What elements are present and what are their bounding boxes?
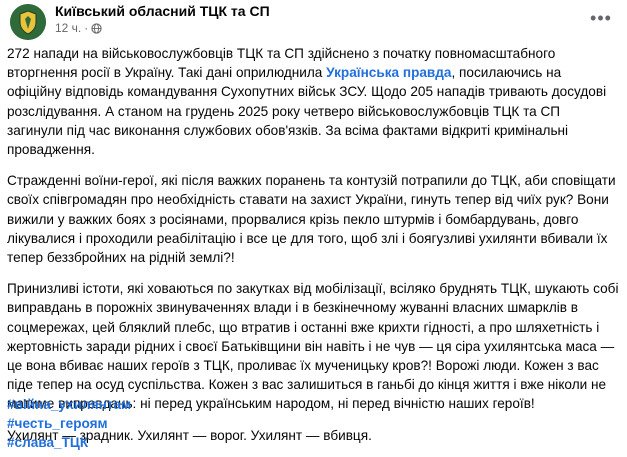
hashtag-link[interactable]: #честь_героям [7,414,131,433]
post-header: Київський обласний ТЦК та СП 12 ч. · ••• [0,0,627,44]
hashtag-list: #війна_ухилянтам #честь_героям #слава_ТЦ… [7,395,131,453]
source-link[interactable]: Українська правда [326,65,451,80]
page-avatar[interactable] [10,4,46,40]
hashtag-link[interactable]: #слава_ТЦК [7,433,131,452]
facebook-post: Київський обласний ТЦК та СП 12 ч. · •••… [0,0,627,450]
globe-icon [91,22,102,34]
page-name-link[interactable]: Київський обласний ТЦК та СП [55,3,270,19]
post-meta: 12 ч. · [55,21,102,35]
post-paragraph-2: Стражденні воїни-герої, які після важких… [7,173,616,266]
post-paragraph-1: 272 напади на військовослужбовців ТЦК та… [7,44,619,159]
post-paragraph-3: Принизливі істоти, які ховаються по заку… [7,281,619,412]
meta-separator: · [84,21,89,35]
more-options-icon[interactable]: ••• [589,6,613,30]
hashtag-link[interactable]: #війна_ухилянтам [7,395,131,414]
post-time[interactable]: 12 ч. [55,21,81,35]
